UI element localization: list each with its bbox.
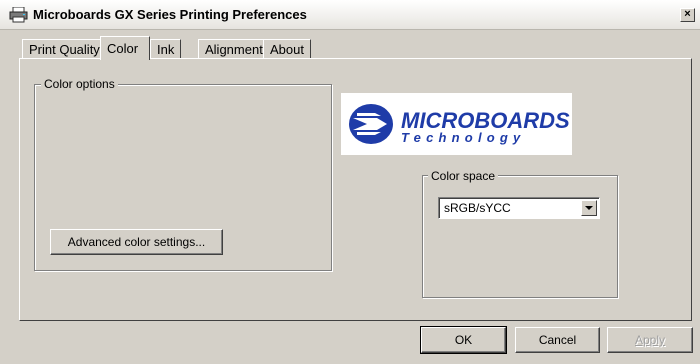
ok-label: OK [454,333,473,347]
ok-button[interactable]: OK [420,326,507,354]
logo-sub-text: Technology [401,130,526,145]
tab-color[interactable]: Color [100,36,150,60]
tab-label: About [270,42,304,57]
printer-icon [9,7,28,23]
cancel-button[interactable]: Cancel [515,327,600,353]
title-bar: Microboards GX Series Printing Preferenc… [0,0,700,30]
advanced-color-settings-button[interactable]: Advanced color settings... [50,229,223,255]
tab-label: Color [107,41,139,56]
chevron-down-icon[interactable] [581,200,597,216]
apply-label: Apply [634,333,666,347]
window-title: Microboards GX Series Printing Preferenc… [33,7,307,22]
tab-alignment[interactable]: Alignment [198,39,270,59]
color-space-select[interactable]: sRGB/sYCC [438,197,600,219]
color-space-value: sRGB/sYCC [444,201,511,215]
tab-about[interactable]: About [263,39,311,59]
microboards-logo-icon [349,104,393,144]
apply-button[interactable]: Apply [607,327,693,353]
close-icon: × [684,8,691,20]
color-space-label: Color space [428,169,499,183]
close-button[interactable]: × [680,8,695,22]
color-space-group [422,175,618,298]
tab-label: Alignment [205,42,263,57]
cancel-label: Cancel [538,333,577,347]
tab-ink[interactable]: Ink [150,39,182,59]
advanced-color-settings-label: Advanced color settings... [67,235,206,249]
color-options-label: Color options [41,77,118,91]
microboards-logo: MICROBOARDS Technology [341,93,572,155]
tab-label: Ink [157,42,175,57]
tab-label: Print Quality [29,42,100,57]
tab-print-quality[interactable]: Print Quality [22,39,107,59]
